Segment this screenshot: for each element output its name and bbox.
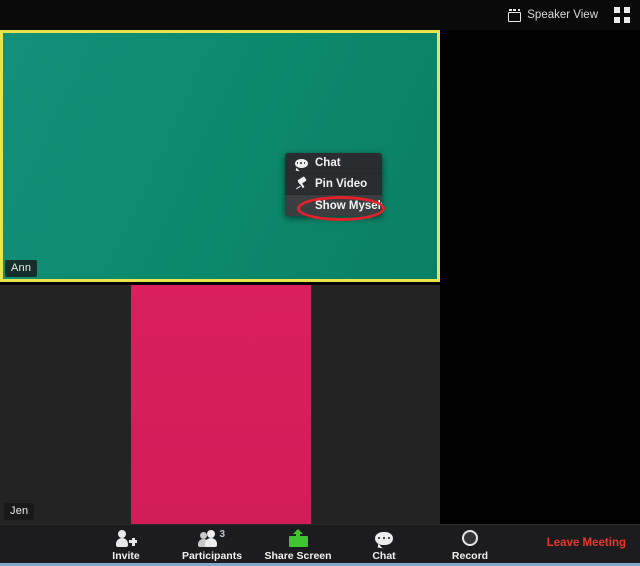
toolbar-button-invite[interactable]: Invite xyxy=(96,525,156,562)
toolbar-button-label: Record xyxy=(451,550,489,562)
participant-name-tag: Ann xyxy=(5,260,38,277)
meeting-toolbar: Invite 3 Participants Share Screen Chat … xyxy=(0,524,640,563)
context-menu-item-show-myself[interactable]: Show Myself xyxy=(285,195,382,216)
chat-bubble-icon xyxy=(375,528,393,548)
top-bar: Speaker View xyxy=(0,0,640,30)
toolbar-button-chat[interactable]: Chat xyxy=(354,525,414,562)
toolbar-button-participants[interactable]: 3 Participants xyxy=(181,525,243,563)
toolbar-button-label: Chat xyxy=(372,550,396,562)
pin-icon xyxy=(293,176,309,191)
share-screen-icon xyxy=(288,528,308,548)
context-menu-item-chat[interactable]: Chat xyxy=(285,153,382,174)
video-feed xyxy=(131,285,311,524)
chat-bubble-icon xyxy=(293,158,309,168)
video-tile-self[interactable]: Jen xyxy=(0,285,440,524)
leave-meeting-button[interactable]: Leave Meeting xyxy=(547,537,626,549)
toolbar-button-label: Invite xyxy=(112,550,140,562)
context-menu-item-label: Show Myself xyxy=(315,199,382,212)
participants-people-icon: 3 xyxy=(198,528,225,548)
record-circle-icon xyxy=(462,528,478,548)
toolbar-button-label: Participants xyxy=(181,550,243,562)
invite-person-add-icon xyxy=(115,528,138,548)
speaker-view-toggle[interactable]: Speaker View xyxy=(508,5,598,25)
video-context-menu: Chat Pin Video Show Myself xyxy=(285,153,382,216)
video-stage: Ann Jen Chat Pin Video Show Myself xyxy=(0,30,640,524)
toolbar-button-label: Share Screen xyxy=(264,550,332,562)
speaker-view-icon xyxy=(508,8,522,22)
zoom-meeting-window: Speaker View Ann Jen Chat Pin Video Show… xyxy=(0,0,640,566)
speaker-view-label: Speaker View xyxy=(527,9,598,21)
toolbar-button-record[interactable]: Record xyxy=(440,525,500,562)
participant-name-tag: Jen xyxy=(4,503,35,520)
context-menu-item-label: Chat xyxy=(315,157,341,169)
fullscreen-expand-icon[interactable] xyxy=(614,7,630,23)
participants-count-badge: 3 xyxy=(219,528,225,540)
toolbar-button-share-screen[interactable]: Share Screen xyxy=(264,525,332,562)
context-menu-item-label: Pin Video xyxy=(315,178,368,190)
context-menu-item-pin-video[interactable]: Pin Video xyxy=(285,174,382,195)
